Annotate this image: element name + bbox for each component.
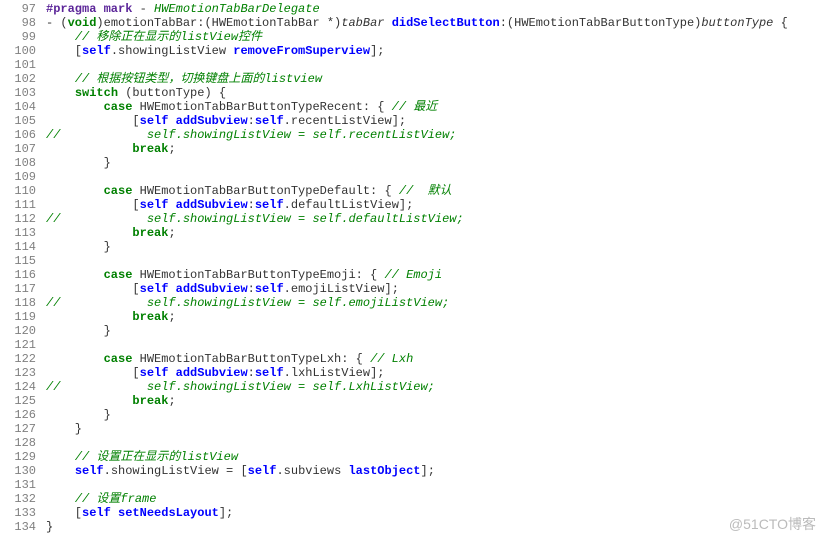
code-line bbox=[46, 338, 788, 352]
line-number: 115 bbox=[0, 254, 36, 268]
line-number: 134 bbox=[0, 520, 36, 534]
code-line: case HWEmotionTabBarButtonTypeDefault: {… bbox=[46, 184, 788, 198]
line-number: 122 bbox=[0, 352, 36, 366]
code-line: // self.showingListView = self.emojiList… bbox=[46, 296, 788, 310]
line-number: 97 bbox=[0, 2, 36, 16]
code-line: // 设置frame bbox=[46, 492, 788, 506]
line-number: 111 bbox=[0, 198, 36, 212]
code-line: [self addSubview:self.lxhListView]; bbox=[46, 366, 788, 380]
code-snippet: 9798991001011021031041051061071081091101… bbox=[0, 0, 826, 536]
code-line: break; bbox=[46, 394, 788, 408]
line-number: 112 bbox=[0, 212, 36, 226]
line-number: 119 bbox=[0, 310, 36, 324]
line-number: 126 bbox=[0, 408, 36, 422]
watermark: @51CTO博客 bbox=[729, 517, 816, 531]
code-line bbox=[46, 254, 788, 268]
line-number: 131 bbox=[0, 478, 36, 492]
line-number: 125 bbox=[0, 394, 36, 408]
line-number: 133 bbox=[0, 506, 36, 520]
code-line bbox=[46, 58, 788, 72]
line-number: 117 bbox=[0, 282, 36, 296]
line-number: 114 bbox=[0, 240, 36, 254]
code-line: switch (buttonType) { bbox=[46, 86, 788, 100]
line-number: 121 bbox=[0, 338, 36, 352]
code-line: break; bbox=[46, 310, 788, 324]
code-line: // 移除正在显示的listView控件 bbox=[46, 30, 788, 44]
code-line: } bbox=[46, 324, 788, 338]
code-line: // self.showingListView = self.LxhListVi… bbox=[46, 380, 788, 394]
line-number: 118 bbox=[0, 296, 36, 310]
line-number: 104 bbox=[0, 100, 36, 114]
code-line: case HWEmotionTabBarButtonTypeRecent: { … bbox=[46, 100, 788, 114]
code-line: } bbox=[46, 422, 788, 436]
code-line: - (void)emotionTabBar:(HWEmotionTabBar *… bbox=[46, 16, 788, 30]
line-number: 99 bbox=[0, 30, 36, 44]
code-line: #pragma mark - HWEmotionTabBarDelegate bbox=[46, 2, 788, 16]
line-number: 120 bbox=[0, 324, 36, 338]
line-number: 113 bbox=[0, 226, 36, 240]
code-line: } bbox=[46, 408, 788, 422]
code-line: [self addSubview:self.emojiListView]; bbox=[46, 282, 788, 296]
code-line: [self setNeedsLayout]; bbox=[46, 506, 788, 520]
code-line: // 设置正在显示的listView bbox=[46, 450, 788, 464]
code-line bbox=[46, 478, 788, 492]
line-number: 116 bbox=[0, 268, 36, 282]
code-line bbox=[46, 436, 788, 450]
code-line: } bbox=[46, 520, 788, 534]
line-number: 123 bbox=[0, 366, 36, 380]
line-number: 127 bbox=[0, 422, 36, 436]
line-number: 128 bbox=[0, 436, 36, 450]
line-number: 100 bbox=[0, 44, 36, 58]
code-line bbox=[46, 170, 788, 184]
code-line: } bbox=[46, 240, 788, 254]
line-number: 105 bbox=[0, 114, 36, 128]
line-number: 109 bbox=[0, 170, 36, 184]
code-line: case HWEmotionTabBarButtonTypeEmoji: { /… bbox=[46, 268, 788, 282]
line-number: 98 bbox=[0, 16, 36, 30]
line-number-gutter: 9798991001011021031041051061071081091101… bbox=[0, 0, 40, 536]
code-line: } bbox=[46, 156, 788, 170]
code-area: #pragma mark - HWEmotionTabBarDelegate- … bbox=[40, 0, 788, 536]
line-number: 102 bbox=[0, 72, 36, 86]
code-line: [self.showingListView removeFromSupervie… bbox=[46, 44, 788, 58]
code-line: break; bbox=[46, 226, 788, 240]
code-line: break; bbox=[46, 142, 788, 156]
code-line: self.showingListView = [self.subviews la… bbox=[46, 464, 788, 478]
code-line: [self addSubview:self.defaultListView]; bbox=[46, 198, 788, 212]
line-number: 110 bbox=[0, 184, 36, 198]
line-number: 124 bbox=[0, 380, 36, 394]
code-line: case HWEmotionTabBarButtonTypeLxh: { // … bbox=[46, 352, 788, 366]
line-number: 129 bbox=[0, 450, 36, 464]
line-number: 130 bbox=[0, 464, 36, 478]
line-number: 107 bbox=[0, 142, 36, 156]
line-number: 103 bbox=[0, 86, 36, 100]
line-number: 101 bbox=[0, 58, 36, 72]
code-line: // self.showingListView = self.recentLis… bbox=[46, 128, 788, 142]
code-line: // 根据按钮类型，切换键盘上面的listview bbox=[46, 72, 788, 86]
code-line: // self.showingListView = self.defaultLi… bbox=[46, 212, 788, 226]
line-number: 106 bbox=[0, 128, 36, 142]
line-number: 108 bbox=[0, 156, 36, 170]
code-line: [self addSubview:self.recentListView]; bbox=[46, 114, 788, 128]
line-number: 132 bbox=[0, 492, 36, 506]
